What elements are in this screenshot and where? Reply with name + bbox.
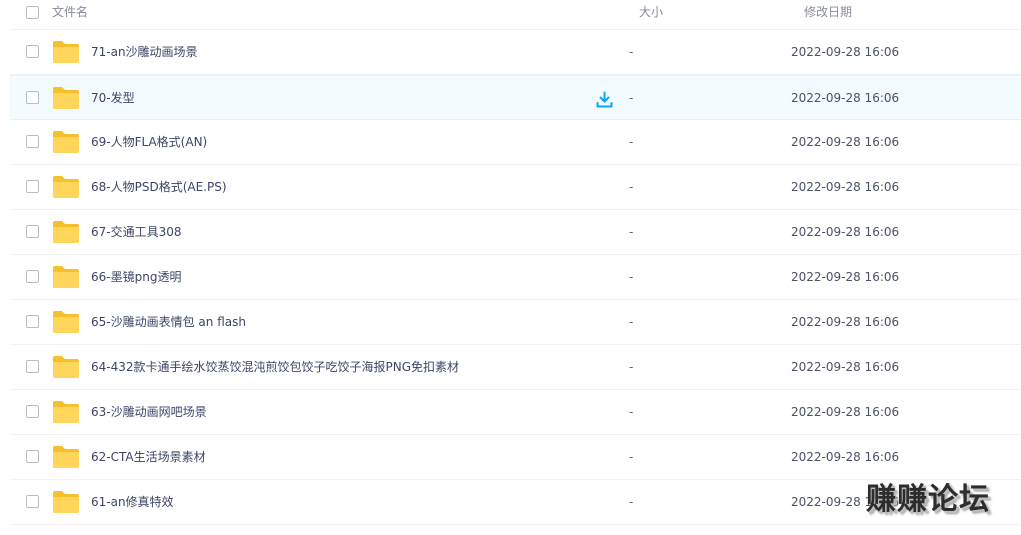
- select-all-checkbox[interactable]: [26, 6, 39, 19]
- file-size: -: [629, 91, 634, 105]
- file-row[interactable]: 63-沙雕动画网吧场景 - 2022-09-28 16:06: [10, 390, 1021, 435]
- file-name-link[interactable]: 67-交通工具308: [91, 224, 182, 240]
- file-size: -: [629, 45, 634, 59]
- file-row[interactable]: 71-an沙雕动画场景 - 2022-09-28 16:06: [10, 30, 1021, 75]
- file-size: -: [629, 315, 634, 329]
- file-row[interactable]: 68-人物PSD格式(AE.PS) - 2022-09-28 16:06: [10, 165, 1021, 210]
- row-checkbox[interactable]: [26, 360, 39, 373]
- file-modified-date: 2022-09-28 16:06: [791, 405, 900, 419]
- column-header-size[interactable]: 大小: [639, 4, 663, 20]
- file-row[interactable]: 67-交通工具308 - 2022-09-28 16:06: [10, 210, 1021, 255]
- file-size: -: [629, 360, 634, 374]
- folder-icon: [52, 220, 80, 244]
- file-browser: 文件名 大小 修改日期 71-an沙雕动画场景 - 2022-09-28 16:06…: [0, 0, 1021, 535]
- file-name-link[interactable]: 61-an修真特效: [91, 494, 174, 510]
- file-row[interactable]: 64-432款卡通手绘水饺蒸饺混沌煎饺包饺子吃饺子海报PNG免扣素材 - 2022-…: [10, 345, 1021, 390]
- file-modified-date: 2022-09-28 16:06: [791, 135, 900, 149]
- file-name-link[interactable]: 62-CTA生活场景素材: [91, 449, 206, 465]
- folder-icon: [52, 445, 80, 469]
- file-modified-date: 2022-09-28 16:06: [791, 315, 900, 329]
- folder-icon: [52, 310, 80, 334]
- row-checkbox[interactable]: [26, 225, 39, 238]
- folder-icon: [52, 40, 80, 64]
- file-name-link[interactable]: 65-沙雕动画表情包 an flash: [91, 314, 246, 330]
- row-checkbox[interactable]: [26, 405, 39, 418]
- folder-icon: [52, 400, 80, 424]
- file-size: -: [629, 450, 634, 464]
- folder-icon: [52, 175, 80, 199]
- folder-icon: [52, 490, 80, 514]
- file-size: -: [629, 225, 634, 239]
- row-checkbox[interactable]: [26, 270, 39, 283]
- folder-icon: [52, 265, 80, 289]
- file-list-header: 文件名 大小 修改日期: [10, 0, 1021, 30]
- file-name-link[interactable]: 69-人物FLA格式(AN): [91, 134, 207, 150]
- file-row[interactable]: 70-发型 - 2022-09-28 16:06: [10, 75, 1021, 120]
- file-row[interactable]: 69-人物FLA格式(AN) - 2022-09-28 16:06: [10, 120, 1021, 165]
- file-size: -: [629, 405, 634, 419]
- file-name-link[interactable]: 63-沙雕动画网吧场景: [91, 404, 207, 420]
- file-modified-date: 2022-09-28 16:06: [791, 180, 900, 194]
- file-modified-date: 2022-09-28 16:06: [791, 360, 900, 374]
- file-modified-date: 2022-09-28 16:06: [791, 91, 900, 105]
- file-size: -: [629, 270, 634, 284]
- row-checkbox[interactable]: [26, 495, 39, 508]
- file-name-link[interactable]: 71-an沙雕动画场景: [91, 44, 198, 60]
- file-modified-date: 2022-09-28 16:06: [791, 450, 900, 464]
- row-checkbox[interactable]: [26, 450, 39, 463]
- column-header-name[interactable]: 文件名: [52, 4, 88, 20]
- watermark: 赚赚论坛: [866, 482, 990, 517]
- file-name-link[interactable]: 66-墨镜png透明: [91, 269, 181, 285]
- file-list: 文件名 大小 修改日期 71-an沙雕动画场景 - 2022-09-28 16:06…: [10, 0, 1021, 525]
- file-rows: 71-an沙雕动画场景 - 2022-09-28 16:06 70-发型 - 2022-0…: [10, 30, 1021, 525]
- file-modified-date: 2022-09-28 16:06: [791, 270, 900, 284]
- download-icon[interactable]: [596, 91, 613, 108]
- file-size: -: [629, 180, 634, 194]
- file-size: -: [629, 135, 634, 149]
- column-header-date[interactable]: 修改日期: [804, 4, 852, 20]
- row-checkbox[interactable]: [26, 315, 39, 328]
- folder-icon: [52, 86, 80, 110]
- file-row[interactable]: 66-墨镜png透明 - 2022-09-28 16:06: [10, 255, 1021, 300]
- file-name-link[interactable]: 68-人物PSD格式(AE.PS): [91, 179, 227, 195]
- file-size: -: [629, 495, 634, 509]
- file-name-link[interactable]: 70-发型: [91, 90, 135, 106]
- folder-icon: [52, 355, 80, 379]
- file-name-link[interactable]: 64-432款卡通手绘水饺蒸饺混沌煎饺包饺子吃饺子海报PNG免扣素材: [91, 359, 459, 375]
- row-checkbox[interactable]: [26, 180, 39, 193]
- row-checkbox[interactable]: [26, 91, 39, 104]
- row-checkbox[interactable]: [26, 45, 39, 58]
- file-row[interactable]: 65-沙雕动画表情包 an flash - 2022-09-28 16:06: [10, 300, 1021, 345]
- folder-icon: [52, 130, 80, 154]
- row-checkbox[interactable]: [26, 135, 39, 148]
- file-modified-date: 2022-09-28 16:06: [791, 45, 900, 59]
- file-modified-date: 2022-09-28 16:06: [791, 225, 900, 239]
